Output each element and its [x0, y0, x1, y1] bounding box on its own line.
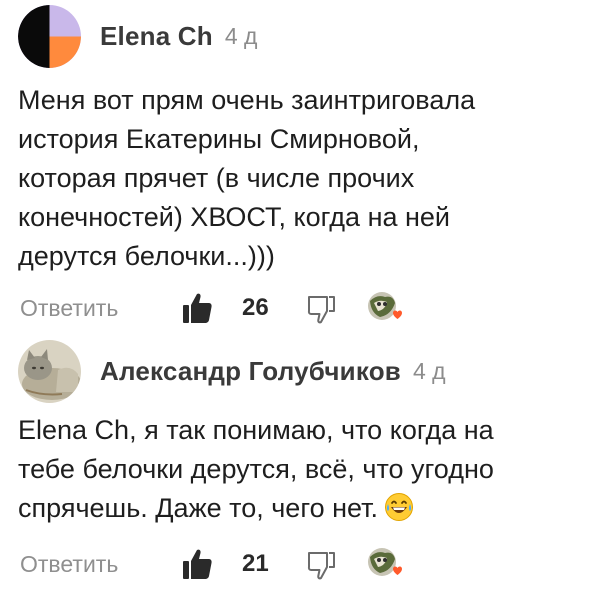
reaction-avatar[interactable]: [365, 291, 405, 325]
avatar[interactable]: [18, 339, 81, 403]
grinning-sweat-emoji-icon: [384, 492, 414, 522]
like-count: 21: [242, 550, 269, 577]
comment-header: Elena Ch 4 д: [18, 4, 257, 68]
comment-actions: Ответить 21: [20, 544, 580, 584]
reply-button[interactable]: Ответить: [20, 295, 118, 322]
dislike-icon[interactable]: [307, 294, 335, 324]
author-name[interactable]: Александр Голубчиков: [100, 356, 401, 387]
like-icon[interactable]: [182, 292, 212, 324]
comment-actions: Ответить 26: [20, 288, 580, 328]
comment-text-body: Elena Ch, я так понимаю, что когда на те…: [18, 415, 494, 523]
avatar[interactable]: [18, 4, 81, 68]
comment-header: Александр Голубчиков 4 д: [18, 339, 446, 403]
comment-time: 4 д: [224, 22, 258, 49]
comment: Александр Голубчиков 4 д Elena Ch, я так…: [0, 331, 598, 593]
reaction-avatar[interactable]: [365, 547, 405, 581]
like-count: 26: [242, 294, 269, 321]
reply-button[interactable]: Ответить: [20, 551, 118, 578]
comment-time: 4 д: [412, 357, 446, 384]
comment-text: Меня вот прям очень заинтриговала истори…: [18, 85, 476, 271]
dislike-icon[interactable]: [307, 550, 335, 580]
comment-text: Elena Ch, я так понимаю, что когда на те…: [18, 411, 584, 528]
comment: Elena Ch 4 д Меня вот прям очень заинтри…: [0, 0, 598, 331]
author-name[interactable]: Elena Ch: [100, 21, 213, 52]
like-icon[interactable]: [182, 548, 212, 580]
